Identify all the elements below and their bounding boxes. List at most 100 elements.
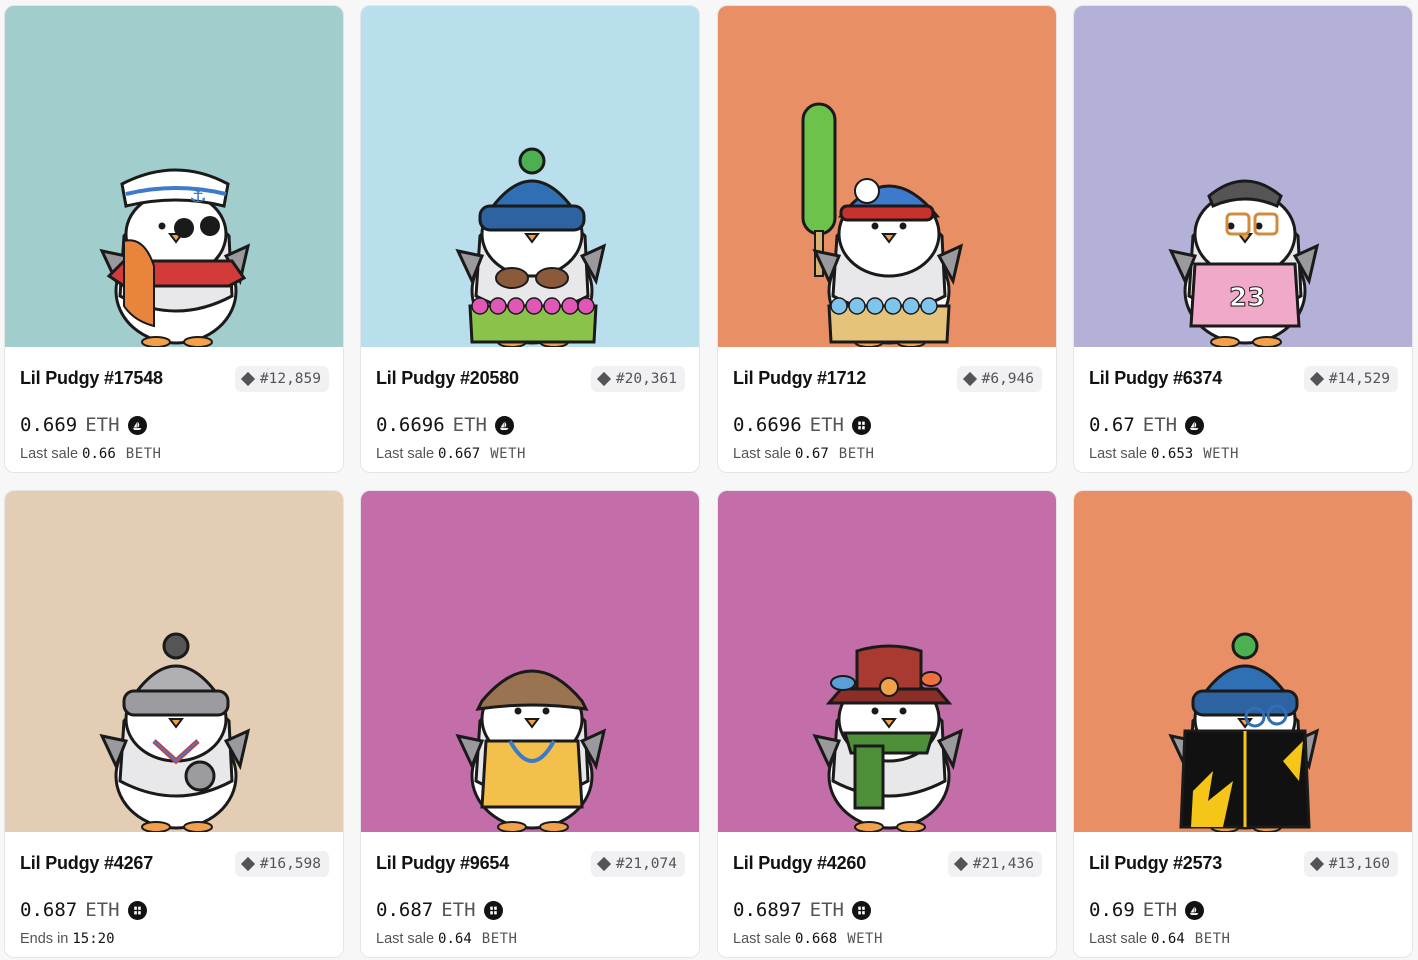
price-value: 0.6696 (376, 414, 445, 436)
nft-artwork: 23 (1074, 6, 1412, 347)
nft-name[interactable]: Lil Pudgy #17548 (20, 368, 163, 389)
sale-info-label: Last sale (1089, 931, 1148, 947)
price-currency: ETH (809, 899, 844, 921)
opensea-icon (499, 421, 509, 430)
sale-info-label: Last sale (376, 446, 435, 462)
sale-info-token: BETH (125, 446, 162, 462)
rarity-rank-badge: #6,946 (956, 366, 1042, 392)
marketplace-badge[interactable] (851, 900, 871, 920)
diamond-icon (596, 371, 611, 387)
diamond-icon (240, 856, 255, 872)
sale-info-value: 0.653 (1151, 446, 1194, 462)
sale-info-label: Last sale (733, 446, 792, 462)
nft-name[interactable]: Lil Pudgy #2573 (1089, 853, 1222, 874)
price-currency: ETH (452, 414, 487, 436)
nft-name[interactable]: Lil Pudgy #4267 (20, 853, 153, 874)
nft-name[interactable]: Lil Pudgy #6374 (1089, 368, 1222, 389)
price-currency: ETH (809, 414, 844, 436)
sale-info: Last sale 0.64 BETH (1089, 931, 1230, 947)
opensea-icon (132, 421, 141, 430)
nft-card[interactable]: Lil Pudgy #20580 #20,361 0.6696 ETH Last… (360, 5, 700, 473)
sale-info-token: BETH (838, 446, 875, 462)
rarity-rank-badge: #12,859 (234, 366, 329, 392)
nft-card[interactable]: ⚓ Lil Pudgy #17548 #12,859 0.669 ETH Las… (4, 5, 344, 473)
nft-image[interactable]: ⚓ (5, 6, 343, 347)
nft-artwork (718, 6, 1056, 347)
rarity-rank-badge: #21,074 (590, 851, 685, 877)
marketplace-badge[interactable] (1185, 415, 1205, 435)
rarity-rank: #21,074 (615, 856, 677, 872)
nft-card[interactable]: 23 Lil Pudgy #6374 #14,529 0.67 ETH Last… (1073, 5, 1413, 473)
rarity-rank: #13,160 (1328, 856, 1390, 872)
nft-image[interactable] (5, 491, 343, 832)
nft-name[interactable]: Lil Pudgy #9654 (376, 853, 509, 874)
nft-card[interactable]: Lil Pudgy #4260 #21,436 0.6897 ETH Last … (717, 490, 1057, 958)
nft-image[interactable] (361, 491, 699, 832)
rarity-rank: #6,946 (981, 371, 1034, 387)
listing-price: 0.687 ETH (376, 899, 503, 921)
marketplace-badge[interactable] (127, 415, 147, 435)
marketplace-badge[interactable] (483, 900, 503, 920)
nft-card[interactable]: Lil Pudgy #1712 #6,946 0.6696 ETH Last s… (717, 5, 1057, 473)
diamond-icon (1309, 856, 1324, 872)
price-currency: ETH (85, 899, 120, 921)
nft-card[interactable]: Lil Pudgy #4267 #16,598 0.687 ETH Ends i… (4, 490, 344, 958)
rarity-rank-badge: #13,160 (1303, 851, 1398, 877)
sale-info-token: WETH (847, 931, 883, 947)
price-value: 0.67 (1089, 414, 1135, 436)
marketplace-badge[interactable] (127, 900, 147, 920)
opensea-icon (1190, 421, 1199, 430)
sale-info-token: BETH (481, 931, 518, 947)
listing-price: 0.669 ETH (20, 414, 147, 436)
listing-price: 0.6897 ETH (733, 899, 871, 921)
nft-image[interactable]: 23 (1074, 6, 1412, 347)
price-currency: ETH (1142, 899, 1178, 921)
nft-image[interactable] (1074, 491, 1412, 832)
diamond-icon (596, 856, 611, 872)
blur-icon (489, 906, 497, 914)
svg-text:⚓: ⚓ (189, 183, 207, 207)
nft-name[interactable]: Lil Pudgy #20580 (376, 368, 519, 389)
rarity-rank: #16,598 (259, 856, 321, 872)
sale-info-value: 0.668 (795, 931, 838, 947)
nft-grid: ⚓ Lil Pudgy #17548 #12,859 0.669 ETH Las… (0, 0, 1418, 960)
nft-artwork (1074, 491, 1412, 832)
marketplace-badge[interactable] (494, 415, 514, 435)
sale-info-label: Ends in (20, 931, 69, 947)
nft-image[interactable] (718, 491, 1056, 832)
nft-name[interactable]: Lil Pudgy #4260 (733, 853, 866, 874)
listing-price: 0.687 ETH (20, 899, 147, 921)
price-currency: ETH (441, 899, 476, 921)
diamond-icon (1309, 371, 1324, 387)
sale-info-label: Last sale (1089, 446, 1148, 462)
price-value: 0.687 (376, 899, 434, 921)
blur-icon (858, 421, 865, 429)
nft-image[interactable] (718, 6, 1056, 347)
price-currency: ETH (85, 414, 120, 436)
nft-artwork (5, 491, 343, 832)
marketplace-badge[interactable] (1185, 900, 1205, 920)
sale-info-label: Last sale (20, 446, 79, 462)
svg-text:23: 23 (1229, 283, 1265, 313)
listing-price: 0.67 ETH (1089, 414, 1205, 436)
price-currency: ETH (1142, 414, 1178, 436)
sale-info: Last sale 0.653 WETH (1089, 446, 1239, 462)
sale-info: Last sale 0.66 BETH (20, 446, 161, 462)
nft-name[interactable]: Lil Pudgy #1712 (733, 368, 866, 389)
sale-info-value: 0.64 (438, 931, 472, 947)
rarity-rank-badge: #14,529 (1303, 366, 1398, 392)
sale-info: Last sale 0.64 BETH (376, 931, 517, 947)
listing-price: 0.6696 ETH (733, 414, 871, 436)
marketplace-badge[interactable] (851, 415, 871, 435)
sale-info-value: 0.66 (82, 446, 116, 462)
sale-info-value: 15:20 (72, 931, 115, 947)
sale-info-value: 0.64 (1151, 931, 1185, 947)
rarity-rank-badge: #20,361 (590, 366, 685, 392)
nft-image[interactable] (361, 6, 699, 347)
nft-card[interactable]: Lil Pudgy #9654 #21,074 0.687 ETH Last s… (360, 490, 700, 958)
nft-card[interactable]: Lil Pudgy #2573 #13,160 0.69 ETH Last sa… (1073, 490, 1413, 958)
nft-artwork (361, 491, 699, 832)
rarity-rank: #14,529 (1328, 371, 1390, 387)
sale-info-token: BETH (1194, 931, 1231, 947)
rarity-rank: #21,436 (972, 856, 1034, 872)
